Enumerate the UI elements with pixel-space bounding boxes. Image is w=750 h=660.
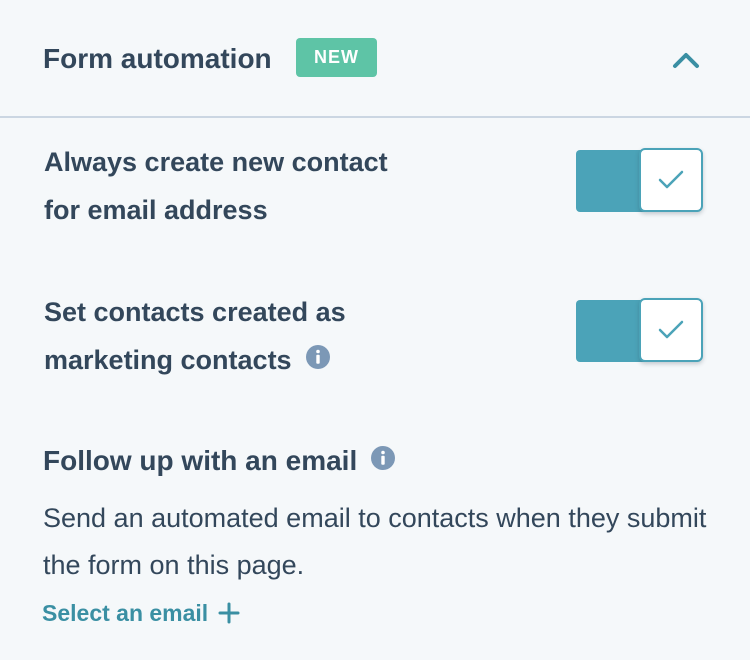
setting-label-line: Always create new contact bbox=[44, 147, 388, 177]
select-email-link[interactable]: Select an email bbox=[42, 596, 240, 630]
select-email-label: Select an email bbox=[42, 600, 209, 626]
toggle-knob bbox=[639, 298, 703, 362]
info-icon[interactable] bbox=[371, 443, 396, 479]
setting-label-line: for email address bbox=[44, 195, 268, 225]
setting-label-line-with-info: marketing contacts bbox=[44, 336, 464, 384]
marketing-contacts-toggle[interactable] bbox=[576, 298, 706, 364]
always-create-contact-label: Always create new contact for email addr… bbox=[44, 138, 464, 234]
follow-up-description: Send an automated email to contacts when… bbox=[43, 503, 707, 580]
setting-label-line: Set contacts created as bbox=[44, 297, 346, 327]
info-icon[interactable] bbox=[305, 336, 330, 384]
checkmark-icon bbox=[658, 320, 684, 339]
section-header-title: Form automation bbox=[43, 43, 272, 74]
setting-label-text: marketing contacts bbox=[44, 345, 292, 375]
chevron-up-icon bbox=[673, 53, 699, 68]
marketing-contacts-label: Set contacts created as marketing contac… bbox=[44, 288, 464, 384]
form-automation-header: Form automation NEW bbox=[0, 0, 750, 118]
follow-up-title-text: Follow up with an email bbox=[43, 445, 358, 476]
collapse-button[interactable] bbox=[666, 40, 706, 80]
new-badge: NEW bbox=[296, 38, 377, 77]
checkmark-icon bbox=[658, 170, 684, 189]
toggle-knob bbox=[639, 148, 703, 212]
follow-up-title: Follow up with an email bbox=[43, 443, 396, 479]
plus-icon bbox=[218, 602, 240, 624]
always-create-contact-toggle[interactable] bbox=[576, 148, 706, 214]
